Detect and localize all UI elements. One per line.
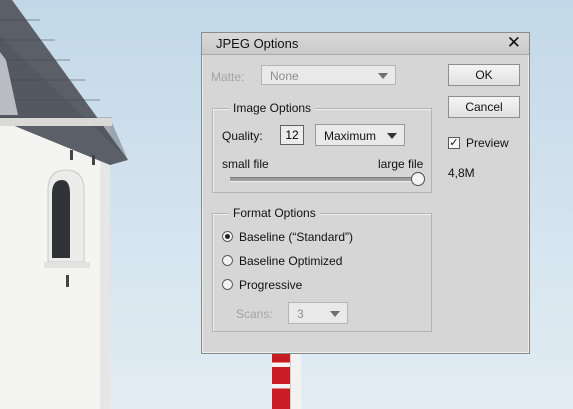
dialog-title: JPEG Options <box>216 36 299 51</box>
baseline-optimized-label[interactable]: Baseline Optimized <box>239 254 342 268</box>
image-options-title: Image Options <box>229 101 316 115</box>
matte-select[interactable]: None <box>261 65 396 85</box>
flag-pole <box>290 352 301 409</box>
format-options-title: Format Options <box>229 206 320 220</box>
quality-slider-thumb[interactable] <box>411 172 425 186</box>
matte-value: None <box>270 69 299 83</box>
quality-input[interactable]: 12 <box>280 125 304 145</box>
checkmark-icon: ✓ <box>449 137 459 149</box>
chevron-down-icon <box>378 73 388 79</box>
progressive-radio[interactable] <box>222 279 233 290</box>
quality-slider-track[interactable] <box>230 177 418 182</box>
church-tower <box>0 0 128 409</box>
matte-label: Matte: <box>211 70 245 84</box>
small-file-label: small file <box>222 157 269 171</box>
scans-select[interactable]: 3 <box>288 302 348 324</box>
chevron-down-icon <box>330 311 340 317</box>
file-size-readout: 4,8M <box>448 166 475 180</box>
progressive-label[interactable]: Progressive <box>239 278 302 292</box>
image-options-group: Image Options Quality: 12 Maximum small … <box>212 101 432 193</box>
quality-label: Quality: <box>222 129 263 143</box>
preview-label[interactable]: Preview <box>466 136 509 150</box>
chevron-down-icon <box>387 133 397 139</box>
quality-preset-value: Maximum <box>324 129 377 143</box>
scans-label: Scans: <box>236 307 273 321</box>
large-file-label: large file <box>378 157 424 171</box>
quality-preset-select[interactable]: Maximum <box>315 124 405 146</box>
jpeg-options-dialog: JPEG Options ✕ Matte: None Image Options… <box>201 32 530 354</box>
cancel-button[interactable]: Cancel <box>448 96 520 118</box>
scans-value: 3 <box>297 307 304 321</box>
baseline-optimized-radio[interactable] <box>222 255 233 266</box>
format-options-group: Format Options Baseline (“Standard”) Bas… <box>212 206 432 332</box>
preview-checkbox[interactable]: ✓ <box>448 137 460 149</box>
baseline-standard-label[interactable]: Baseline (“Standard”) <box>239 230 353 244</box>
title-bar[interactable]: JPEG Options ✕ <box>202 33 529 55</box>
flag <box>272 352 290 409</box>
baseline-standard-radio[interactable] <box>222 231 233 242</box>
ok-button[interactable]: OK <box>448 64 520 86</box>
close-icon[interactable]: ✕ <box>507 33 521 53</box>
